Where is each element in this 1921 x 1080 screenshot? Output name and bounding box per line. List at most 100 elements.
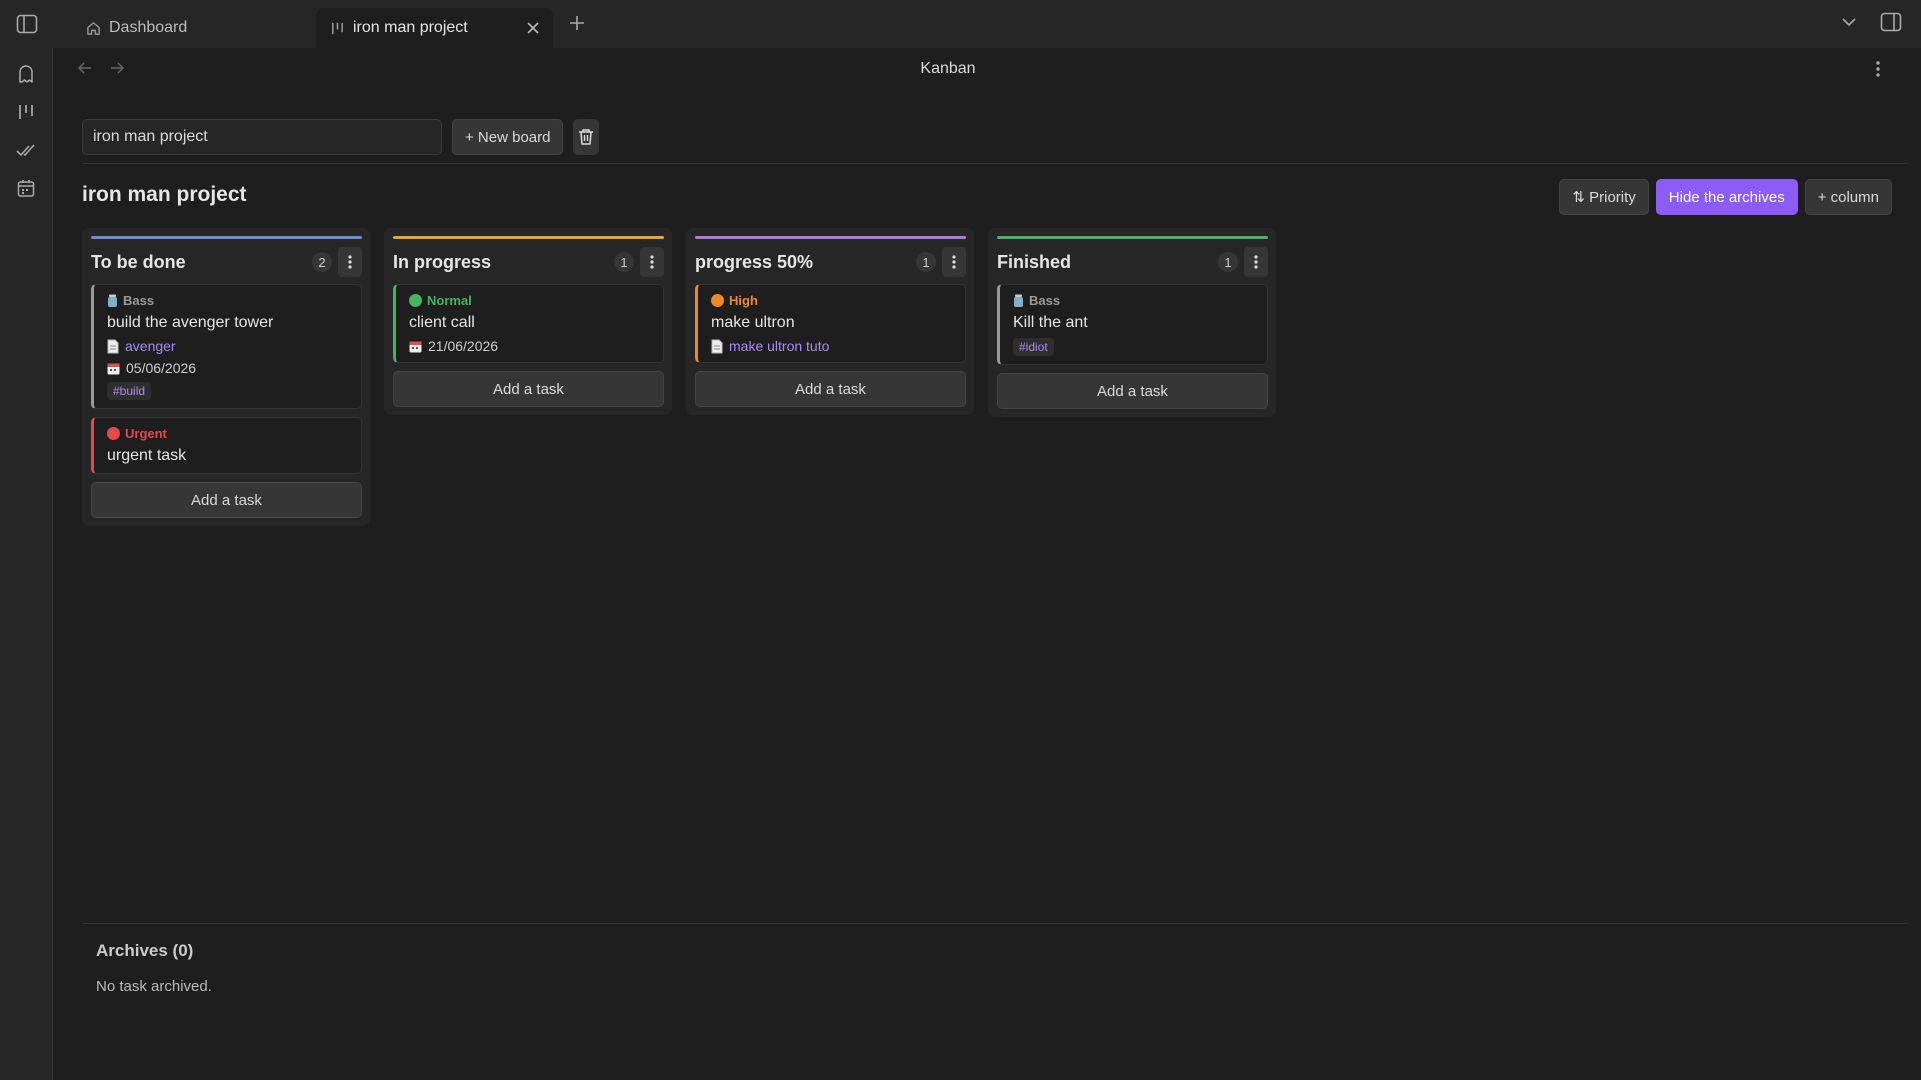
task-title: Kill the ant [1013, 314, 1088, 331]
trash-icon [579, 129, 594, 145]
column-header: To be done 2 [91, 247, 362, 277]
task-card[interactable]: Normal client call 21/06/2026 [393, 284, 664, 363]
column-title: To be done [91, 251, 186, 272]
orange-circle-icon [711, 294, 724, 307]
kanban-button[interactable] [14, 100, 38, 124]
task-title: urgent task [107, 447, 187, 464]
more-vertical-icon [1254, 255, 1258, 269]
task-card[interactable]: High make ultron make ultron tuto [695, 284, 966, 363]
more-options-button[interactable] [1875, 60, 1881, 78]
add-task-button[interactable]: Add a task [91, 482, 362, 518]
add-task-button[interactable]: Add a task [695, 371, 966, 407]
task-date-row: 21/06/2026 [409, 338, 651, 354]
document-icon [107, 339, 119, 353]
priority-label: Normal [409, 293, 651, 308]
document-icon [711, 339, 723, 353]
column-header: In progress 1 [393, 247, 664, 277]
task-title: build the avenger tower [107, 314, 274, 331]
tab-list-button[interactable] [1841, 14, 1857, 30]
more-vertical-icon [348, 255, 352, 269]
priority-text: Normal [427, 293, 472, 308]
column-menu-button[interactable] [942, 247, 966, 277]
tasks-button[interactable] [14, 138, 38, 162]
hide-archives-button[interactable]: Hide the archives [1655, 179, 1798, 215]
priority-label: High [711, 293, 953, 308]
title-bar: Dashboard iron man project [0, 0, 1921, 48]
task-card[interactable]: Urgent urgent task [91, 417, 362, 474]
calendar-icon [107, 363, 120, 374]
plus-icon [570, 16, 584, 30]
more-vertical-icon [952, 255, 956, 269]
column-finished: Finished 1 Bass Kill the ant #idiot Add … [988, 228, 1276, 417]
task-tag[interactable]: #build [107, 382, 152, 400]
main-view: Kanban + New board iron man project ⇅ Pr… [53, 48, 1921, 1080]
column-count-badge: 2 [312, 252, 332, 272]
task-card[interactable]: Bass Kill the ant #idiot [997, 284, 1268, 365]
toggle-right-sidebar-button[interactable] [1880, 12, 1902, 32]
kanban-columns: To be done 2 Bass build the avenger towe… [82, 228, 1276, 526]
more-vertical-icon [1876, 61, 1880, 77]
priority-text: High [729, 293, 758, 308]
close-tab-button[interactable] [523, 18, 543, 38]
column-header: Finished 1 [997, 247, 1268, 277]
tab-label: iron man project [353, 19, 468, 36]
red-circle-icon [107, 427, 120, 440]
calendar-icon [17, 180, 35, 197]
task-title: make ultron [711, 314, 795, 331]
board-title: iron man project [82, 183, 247, 206]
board-actions: ⇅ Priority Hide the archives + column [1559, 179, 1892, 215]
column-title: Finished [997, 251, 1072, 272]
toggle-sidebar-button[interactable] [0, 0, 53, 48]
column-title: In progress [393, 251, 492, 272]
add-task-button[interactable]: Add a task [997, 373, 1268, 409]
calendar-icon [409, 341, 422, 352]
calendar-button[interactable] [14, 176, 38, 200]
task-date: 05/06/2026 [126, 360, 197, 376]
column-color-bar [695, 236, 966, 239]
column-header: progress 50% 1 [695, 247, 966, 277]
kanban-icon [19, 105, 33, 119]
board-toolbar: + New board [82, 118, 600, 156]
column-menu-button[interactable] [338, 247, 362, 277]
column-menu-button[interactable] [1244, 247, 1268, 277]
delete-board-button[interactable] [573, 119, 600, 155]
left-ribbon [0, 48, 53, 1080]
task-card[interactable]: Bass build the avenger tower avenger 05/… [91, 284, 362, 409]
task-date-row: 05/06/2026 [107, 360, 349, 376]
task-link-row: avenger [107, 338, 349, 354]
toolbar-divider [82, 163, 1908, 164]
new-tab-button[interactable] [566, 12, 588, 34]
task-note-link[interactable]: make ultron tuto [729, 338, 829, 354]
add-task-button[interactable]: Add a task [393, 371, 664, 407]
priority-text: Bass [123, 293, 155, 308]
sidebar-toggle-icon [16, 14, 37, 34]
column-count-badge: 1 [1218, 252, 1238, 272]
jar-icon [1014, 294, 1023, 307]
add-column-button[interactable]: + column [1804, 179, 1892, 215]
double-check-icon [16, 144, 35, 157]
column-menu-button[interactable] [640, 247, 664, 277]
tab-dashboard[interactable]: Dashboard [72, 8, 312, 48]
task-title: client call [409, 314, 475, 331]
task-date: 21/06/2026 [428, 338, 499, 354]
sort-priority-button[interactable]: ⇅ Priority [1559, 179, 1649, 215]
tab-iron-man-project[interactable]: iron man project [316, 8, 553, 48]
more-vertical-icon [650, 255, 654, 269]
column-to-be-done: To be done 2 Bass build the avenger towe… [82, 228, 370, 526]
task-tag[interactable]: #idiot [1013, 338, 1054, 356]
task-link-row: make ultron tuto [711, 338, 953, 354]
priority-label: Bass [1013, 293, 1255, 308]
green-circle-icon [409, 294, 422, 307]
priority-label: Bass [107, 293, 349, 308]
column-count-badge: 1 [916, 252, 936, 272]
archives-title: Archives (0) [96, 941, 194, 960]
chevron-down-icon [1842, 18, 1856, 27]
column-color-bar [997, 236, 1268, 239]
board-name-input[interactable] [82, 119, 442, 155]
new-board-button[interactable]: + New board [452, 119, 564, 155]
view-title: Kanban [920, 60, 976, 77]
priority-label: Urgent [107, 426, 349, 441]
task-note-link[interactable]: avenger [125, 338, 176, 354]
column-in-progress: In progress 1 Normal client call 21/06/2… [384, 228, 672, 415]
archives-empty-text: No task archived. [96, 978, 212, 995]
